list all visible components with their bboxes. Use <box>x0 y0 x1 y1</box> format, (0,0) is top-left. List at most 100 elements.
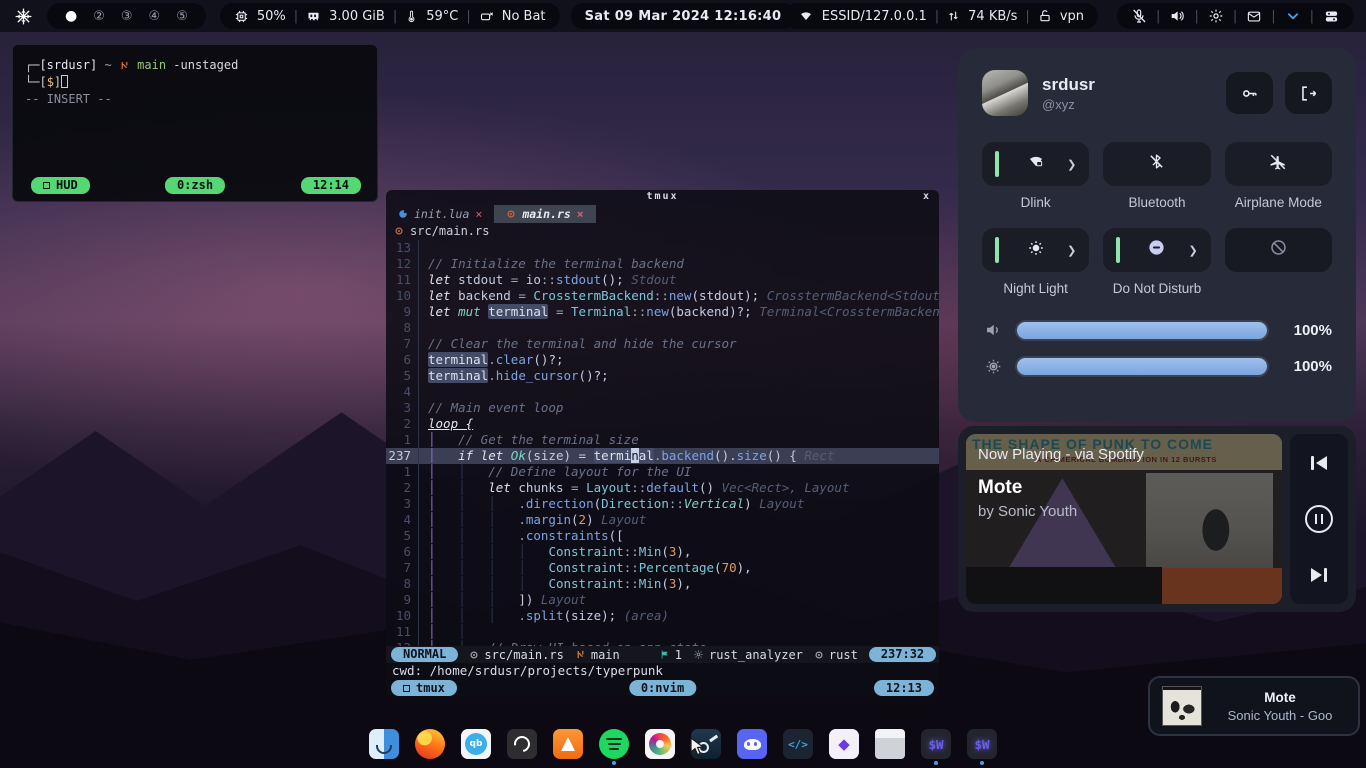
settings-gear-icon[interactable] <box>1208 8 1224 24</box>
workspace-4[interactable]: ④ <box>149 9 161 24</box>
dock-wallet-2[interactable]: $W <box>967 729 997 759</box>
code-editor[interactable]: 1312// Initialize the terminal backend11… <box>386 239 939 646</box>
git-branch-icon <box>119 60 130 71</box>
workspace-5[interactable]: ⑤ <box>176 9 188 24</box>
workspace-1-active[interactable]: ● <box>65 8 77 24</box>
volume-tray-icon[interactable] <box>1169 8 1185 24</box>
network-status: ESSID/127.0.0.1 | 74 KB/s | vpn <box>784 3 1098 29</box>
essid: ESSID/127.0.0.1 <box>822 9 927 24</box>
cpu-icon <box>234 9 249 24</box>
temperature: 59°C <box>426 9 458 24</box>
toggle-do-not-disturb[interactable]: ❯ <box>1103 228 1210 272</box>
code-line: 10│ │ │ .split(size); (area) <box>386 608 939 624</box>
brightness-slider[interactable] <box>1017 358 1267 375</box>
chevron-right-icon[interactable]: ❯ <box>1067 158 1076 171</box>
next-track-button[interactable] <box>1311 568 1327 582</box>
code-line: 7│ │ │ │ Constraint::Percentage(70), <box>386 560 939 576</box>
tab-main-rs[interactable]: main.rs × <box>494 205 595 223</box>
toggle-night-light[interactable]: ❯ <box>982 228 1089 272</box>
active-indicator <box>995 237 999 263</box>
slider-value: 100% <box>1280 358 1332 375</box>
dock-trash[interactable] <box>875 729 905 759</box>
track-artist: by Sonic Youth <box>978 503 1144 520</box>
workspace-3[interactable]: ③ <box>121 9 133 24</box>
code-line: 7// Clear the terminal and hide the curs… <box>386 336 939 352</box>
notification-title: Mote <box>1214 690 1346 705</box>
dock-firefox[interactable] <box>415 729 445 759</box>
window-close-button[interactable]: x <box>923 191 929 202</box>
cwd-line: cwd: /home/srdusr/projects/typerpunk <box>386 663 939 679</box>
code-line: 8│ │ │ │ Constraint::Min(3), <box>386 576 939 592</box>
tmux-session-pill[interactable]: tmux <box>391 680 457 696</box>
dock-obs[interactable] <box>507 729 537 759</box>
cpu-usage: 50% <box>257 9 286 24</box>
running-indicator <box>750 761 754 765</box>
running-indicator <box>934 761 938 765</box>
dock-file-manager[interactable] <box>369 729 399 759</box>
tmux-clock-pill: 12:13 <box>874 680 934 696</box>
code-line: 6terminal.clear()?; <box>386 352 939 368</box>
hud-pill[interactable]: HUD <box>31 177 90 194</box>
blocked-icon <box>1269 238 1288 262</box>
pause-button[interactable] <box>1305 505 1333 533</box>
dock-vlc[interactable] <box>553 729 583 759</box>
diagnostic-count: 1 <box>675 648 682 662</box>
mic-muted-icon[interactable] <box>1131 8 1147 24</box>
media-notification[interactable]: Mote Sonic Youth - Goo <box>1148 676 1360 736</box>
statusline-file: src/main.rs <box>484 648 563 662</box>
user-name: srdusr <box>1042 75 1095 95</box>
chevron-right-icon[interactable]: ❯ <box>1067 244 1076 257</box>
logout-button[interactable] <box>1285 72 1332 114</box>
mail-icon[interactable] <box>1246 9 1262 24</box>
toggle-dlink[interactable]: ❯ <box>982 142 1089 186</box>
tmux-window-pill[interactable]: 0:nvim <box>629 680 696 696</box>
updates-chevron-icon[interactable] <box>1285 9 1301 24</box>
running-indicator <box>888 761 892 765</box>
running-indicator <box>612 761 616 765</box>
code-line: 12// Initialize the terminal backend <box>386 256 939 272</box>
dock-photos[interactable] <box>645 729 675 759</box>
dock-qbittorrent[interactable]: qb <box>461 729 491 759</box>
tab-init-lua[interactable]: init.lua × <box>386 205 494 223</box>
chevron-right-icon[interactable]: ❯ <box>1188 244 1197 257</box>
zsh-session-pill[interactable]: 0:zsh <box>165 177 225 194</box>
key-icon <box>1240 84 1259 103</box>
hud-terminal-window[interactable]: ┌─[srdusr] ~ main -unstaged └─[$] -- INS… <box>12 44 378 202</box>
running-indicator <box>842 761 846 765</box>
dock-obsidian[interactable]: ◆ <box>829 729 859 759</box>
toggle-bluetooth[interactable] <box>1103 142 1210 186</box>
tab-close-icon[interactable]: × <box>577 207 584 221</box>
nixos-logo-icon[interactable] <box>14 7 33 26</box>
dock-vscode[interactable]: </> <box>783 729 813 759</box>
code-line: 4│ │ │ .margin(2) Layout <box>386 512 939 528</box>
tmux-status-bar: tmux 0:nvim 12:13 <box>386 679 939 697</box>
dock-discord[interactable] <box>737 729 767 759</box>
tab-close-icon[interactable]: × <box>475 207 482 221</box>
dock-wallet-1[interactable]: $W <box>921 729 951 759</box>
previous-track-button[interactable] <box>1311 456 1327 470</box>
user-avatar[interactable] <box>982 70 1028 116</box>
dock-spotify[interactable] <box>599 729 629 759</box>
bluetooth-off-icon <box>1148 153 1165 175</box>
workspace-2[interactable]: ② <box>93 9 105 24</box>
clock[interactable]: Sat 09 Mar 2024 12:16:40 <box>571 3 796 29</box>
throughput-icon <box>947 9 960 24</box>
code-line: 9│ │ │ ]) Layout <box>386 592 939 608</box>
volume-slider[interactable] <box>1017 322 1267 339</box>
toggle-airplane-mode[interactable] <box>1225 142 1332 186</box>
tray: | | | | | <box>1117 3 1354 29</box>
code-line: 1│ │ // Define layout for the UI <box>386 464 939 480</box>
now-playing-header: Now Playing - via Spotify <box>978 446 1144 463</box>
lock-keys-button[interactable] <box>1226 72 1273 114</box>
toggle-disabled[interactable] <box>1225 228 1332 272</box>
battery-missing-icon <box>479 9 494 24</box>
git-branch-icon <box>575 649 586 660</box>
terminal-output: ┌─[srdusr] ~ main -unstaged └─[$] -- INS… <box>13 45 377 108</box>
code-line: 1│ // Get the terminal size <box>386 432 939 448</box>
level-sliders: 100%100% <box>982 312 1332 384</box>
cursor-position: 237:32 <box>869 647 936 662</box>
tmux-nvim-window[interactable]: tmux x init.lua × main.rs × src/main.rs … <box>386 190 939 697</box>
brightness-icon <box>982 357 1004 376</box>
system-tray-icon[interactable] <box>1323 9 1340 24</box>
album-art[interactable]: THE SHAPE OF PUNK TO COME A CHIMERICAL B… <box>966 434 1282 604</box>
